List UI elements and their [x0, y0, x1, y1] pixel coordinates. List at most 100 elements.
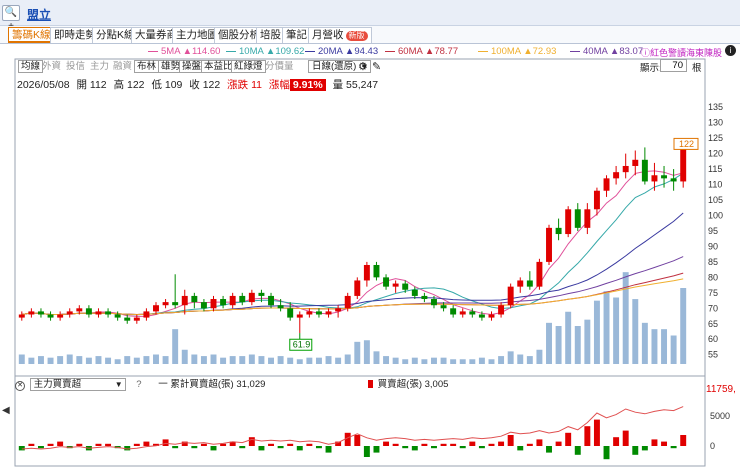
- net-buy-bar: [517, 446, 524, 451]
- net-buy-bar: [95, 443, 102, 446]
- bar-legend-swatch: [368, 380, 374, 389]
- net-buy-bar: [143, 441, 150, 446]
- volume-bar: [28, 357, 35, 364]
- net-buy-bar: [478, 446, 485, 449]
- price-axis-label: 100: [708, 210, 723, 220]
- candle-body: [325, 311, 332, 315]
- candle-body: [85, 308, 92, 315]
- candle-body: [47, 314, 54, 318]
- info-icon[interactable]: i: [725, 45, 736, 56]
- candle-body: [344, 295, 351, 309]
- net-buy-bar: [200, 443, 207, 446]
- candle-body: [296, 314, 303, 318]
- search-icon[interactable]: 🔍+: [2, 5, 20, 32]
- volume-bar: [95, 356, 102, 364]
- volume-bar: [488, 359, 495, 364]
- volume-bar: [85, 357, 92, 364]
- volume-bar: [57, 356, 64, 364]
- net-buy-bar: [277, 446, 284, 449]
- candle-body: [162, 302, 169, 306]
- volume-bar: [124, 356, 131, 364]
- price-axis-label: 55: [708, 350, 718, 360]
- volume-bar: [680, 288, 687, 364]
- candle-body: [287, 308, 294, 318]
- candle-body: [37, 311, 44, 315]
- volume-bar: [440, 357, 447, 364]
- price-axis-label: 85: [708, 257, 718, 267]
- volume-bar: [651, 329, 658, 364]
- volume-bar: [507, 351, 514, 364]
- volume-bar: [181, 349, 188, 364]
- net-buy-bar: [373, 446, 380, 453]
- volume-bar: [105, 357, 112, 364]
- sub-close-icon[interactable]: ✕: [15, 381, 25, 391]
- net-buy-bar: [488, 443, 495, 446]
- tab-7[interactable]: 筆記: [282, 27, 311, 43]
- stock-name-link[interactable]: 盟立: [27, 6, 51, 23]
- net-buy-bar: [459, 446, 466, 449]
- price-axis-label: 105: [708, 195, 723, 205]
- volume-bar: [162, 356, 169, 364]
- volume-bar: [622, 272, 629, 364]
- sub-chart-header: ✕ 主力買賣超 ▼ ? 一 累計買賣超(張) 31,029 買賣超(張) 3,00…: [15, 376, 448, 391]
- tab-8[interactable]: 月營收 新版: [308, 27, 372, 43]
- net-buy-bar: [392, 443, 399, 446]
- ma-legend-item[interactable]: 100MA ▲72.93: [478, 46, 556, 57]
- collapse-left-icon[interactable]: ◀: [2, 405, 10, 416]
- net-buy-bar: [431, 446, 437, 449]
- candle-body: [402, 283, 409, 290]
- price-axis-label: 80: [708, 272, 718, 282]
- candle-body: [613, 172, 620, 179]
- candle-body: [28, 311, 35, 315]
- candle-body: [210, 299, 217, 309]
- candle-body: [622, 165, 629, 173]
- volume-bar: [498, 356, 505, 364]
- candle-body: [584, 209, 591, 228]
- ma-legend-item[interactable]: 40MA ▲83.07: [570, 46, 643, 57]
- candle-body: [603, 178, 610, 191]
- net-buy-bar: [162, 439, 169, 446]
- cum-net-buy-line: [21, 406, 684, 450]
- ma-legend-item[interactable]: 20MA ▲94.43: [305, 46, 378, 57]
- volume-bar: [277, 356, 284, 364]
- candle-body: [632, 159, 639, 166]
- candle-body: [488, 314, 495, 318]
- net-buy-bar: [354, 435, 361, 446]
- net-buy-bar: [315, 446, 322, 449]
- indicator-select[interactable]: 主力買賣超 ▼: [29, 378, 126, 391]
- tab-0[interactable]: 籌碼K線: [8, 27, 55, 43]
- tab-6[interactable]: 培股: [256, 27, 285, 43]
- ma-legend-item[interactable]: 10MA ▲109.62: [226, 46, 304, 57]
- net-buy-bar: [306, 443, 313, 446]
- cum-legend: 一 累計買賣超(張) 31,029: [158, 379, 266, 390]
- net-buy-bar: [57, 441, 64, 446]
- candle-body: [153, 305, 159, 312]
- net-buy-bar: [670, 446, 677, 449]
- candle-body: [517, 280, 524, 287]
- candle-body: [124, 317, 131, 321]
- ma-legend-item[interactable]: 5MA ▲114.60: [148, 46, 220, 57]
- volume-bar: [66, 354, 73, 364]
- volume-bar: [613, 297, 620, 364]
- candle-body: [383, 277, 390, 287]
- price-axis-label: 70: [708, 303, 718, 313]
- volume-bar: [172, 329, 179, 364]
- volume-bar: [363, 340, 370, 364]
- net-buy-bar: [526, 443, 533, 446]
- candle-body: [526, 280, 533, 287]
- candle-body: [498, 305, 505, 315]
- volume-bar: [641, 322, 648, 364]
- volume-bar: [517, 354, 524, 364]
- net-buy-bar: [296, 446, 303, 451]
- net-buy-bar: [18, 446, 25, 451]
- net-buy-bar: [37, 446, 44, 449]
- net-buy-bar: [76, 443, 83, 446]
- candle-body: [76, 308, 83, 312]
- candle-body: [277, 305, 284, 309]
- volume-bar: [76, 356, 83, 364]
- help-icon[interactable]: ?: [136, 379, 141, 390]
- kline-chart[interactable]: 135 130 125 120 115 110 105 100 95 90 85 80 75 70 65 60…: [0, 58, 740, 467]
- ma-legend-item[interactable]: 60MA ▲78.77: [385, 46, 458, 57]
- volume-bar: [344, 354, 351, 364]
- volume-bar: [248, 354, 255, 364]
